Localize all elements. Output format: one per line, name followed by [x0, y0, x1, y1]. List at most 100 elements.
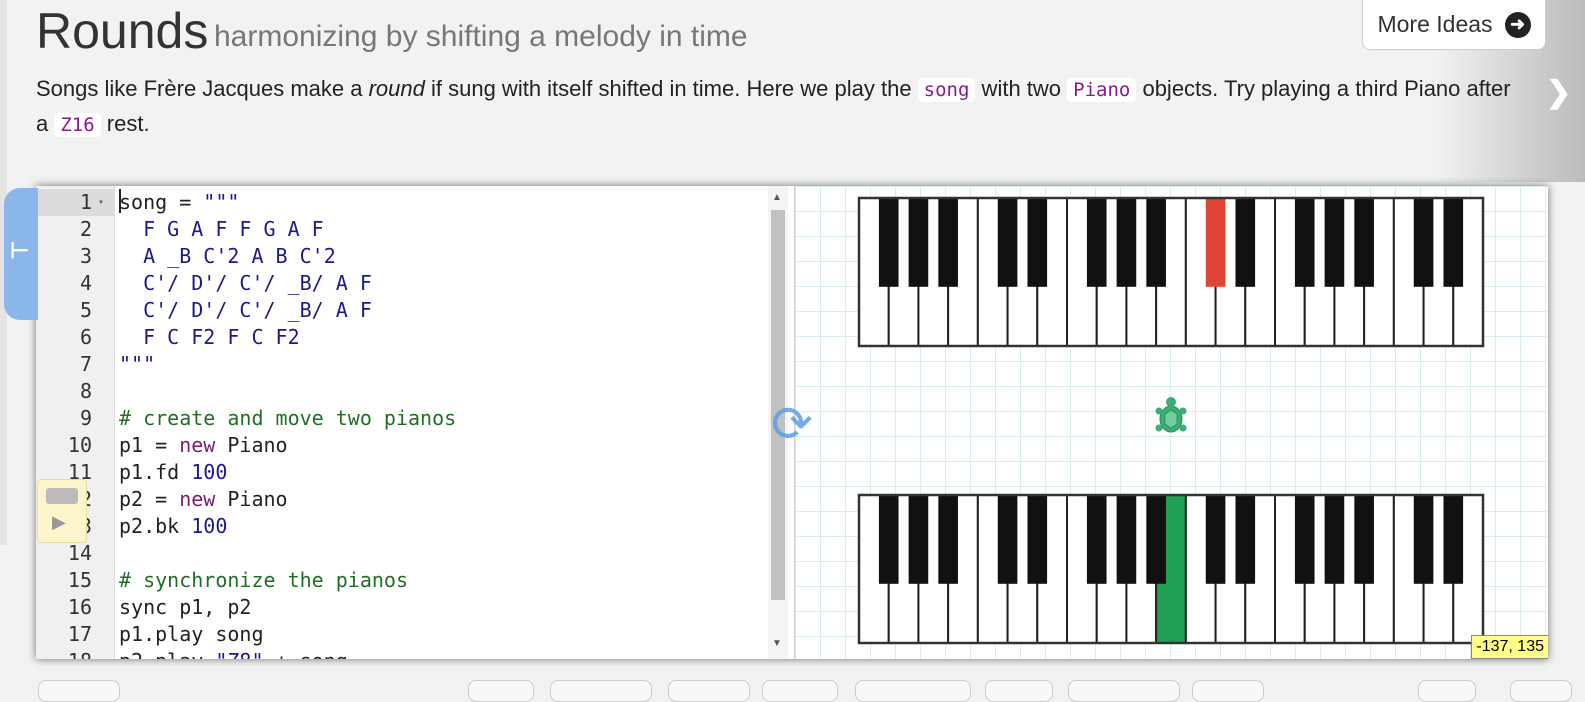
toolbar-button[interactable]: [1068, 680, 1180, 702]
toolbar-button[interactable]: [855, 680, 971, 702]
black-key: [1443, 198, 1464, 287]
black-key: [1205, 495, 1226, 584]
line-number: 15: [67, 568, 92, 592]
black-key: [878, 495, 899, 584]
line-number: 4: [79, 271, 92, 295]
chevron-right-icon[interactable]: ❯: [1546, 75, 1576, 109]
toolbar-button[interactable]: [468, 680, 534, 702]
black-key: [1146, 198, 1166, 287]
black-key: [1027, 495, 1048, 584]
black-key: [908, 495, 929, 584]
intro-part-5: rest.: [100, 111, 150, 136]
intro-text: Songs like Frère Jacques make a round if…: [36, 72, 1526, 142]
intro-emphasis: round: [368, 76, 425, 101]
line-code: C'/ D'/ C'/ _B/ A F: [119, 271, 372, 295]
toolbar-button[interactable]: [38, 680, 120, 702]
line-number: 2: [79, 217, 92, 241]
code-editor[interactable]: 1 ▾ song = """ 2 F G A F F G A F 3 A _B C'2 …: [36, 186, 788, 659]
arrow-right-icon: ➜: [1504, 11, 1531, 38]
scroll-up-icon[interactable]: ▲: [772, 192, 782, 203]
line-code: F G A F F G A F: [119, 217, 324, 241]
line-code: F C F2 F C F2: [119, 325, 300, 349]
toolbar-button[interactable]: [985, 680, 1053, 702]
more-ideas-label: More Ideas: [1377, 11, 1493, 37]
line-code: p2.play "Z8" + song: [119, 648, 348, 659]
toolbar-button[interactable]: [762, 680, 838, 702]
play-icon[interactable]: ▶: [52, 512, 66, 533]
toolbar-button[interactable]: [1510, 680, 1572, 702]
line-code: A _B C'2 A B C'2: [119, 244, 336, 268]
black-key: [1086, 495, 1107, 584]
line-number: 10: [67, 433, 92, 457]
bottom-toolbar: [0, 676, 1585, 702]
black-key: [997, 198, 1018, 287]
line-number: 3: [79, 244, 92, 268]
line-code: C'/ D'/ C'/ _B/ A F: [119, 298, 372, 322]
line-number: 16: [67, 595, 92, 619]
code-z16: Z16: [54, 113, 101, 137]
line-code: """: [119, 352, 156, 376]
line-code: song = """: [119, 190, 240, 214]
code-song: song: [917, 78, 976, 102]
comment-icon: [46, 488, 78, 504]
blocks-icon: ⊢: [10, 238, 30, 263]
intro-part-1: Songs like Frère Jacques make a: [36, 76, 369, 101]
black-key: [1324, 495, 1345, 584]
line-number: 18: [36, 648, 92, 659]
black-key: [1354, 495, 1374, 584]
text-cursor: [119, 189, 121, 213]
toolbar-button[interactable]: [550, 680, 652, 702]
toolbar-button[interactable]: [668, 680, 750, 702]
turtle-canvas[interactable]: -137, 135: [794, 186, 1548, 659]
black-key: [1086, 198, 1107, 287]
line-number: 17: [67, 622, 92, 646]
turtle-icon[interactable]: [1155, 397, 1187, 433]
line-number: 1: [79, 190, 92, 214]
line-code: p1.play song: [119, 622, 264, 646]
line-number: 7: [79, 352, 92, 376]
line-number: 8: [79, 379, 92, 403]
black-key: [997, 495, 1018, 584]
page-subtitle: harmonizing by shifting a melody in time: [214, 20, 748, 53]
line-code: p1.fd 100: [119, 460, 228, 484]
coordinate-readout: -137, 135: [1471, 635, 1548, 659]
blocks-toggle-tab[interactable]: ⊢: [4, 188, 38, 320]
black-key: [1354, 198, 1374, 287]
line-code: p2.bk 100: [119, 514, 228, 538]
line-number: 5: [79, 298, 92, 322]
code-piano: Piano: [1067, 78, 1137, 102]
black-key: [1413, 495, 1434, 584]
line-code: p2 = new Piano: [119, 487, 288, 511]
line-code: # create and move two pianos: [119, 406, 457, 430]
black-key: [1413, 198, 1434, 287]
black-key: [1116, 495, 1137, 584]
black-key: [1324, 198, 1345, 287]
line-code: # synchronize the pianos: [119, 568, 408, 592]
line-number: 6: [79, 325, 92, 349]
black-key: [1027, 198, 1048, 287]
black-key: [1146, 495, 1166, 584]
black-key: [1116, 198, 1137, 287]
toolbar-button[interactable]: [1192, 680, 1264, 702]
more-ideas-button[interactable]: More Ideas ➜: [1362, 0, 1546, 50]
black-key: [1235, 495, 1256, 584]
line-code: p1 = new Piano: [119, 433, 288, 457]
black-key: [938, 495, 958, 584]
intro-part-2: if sung with itself shifted in time. Her…: [424, 76, 918, 101]
fold-arrow-icon[interactable]: ▾: [98, 189, 104, 216]
refresh-icon[interactable]: ⟳: [766, 398, 818, 450]
black-key: [1294, 198, 1315, 287]
black-key: [1205, 198, 1226, 287]
toolbar-button[interactable]: [1418, 680, 1476, 702]
page-title: Rounds: [36, 3, 209, 59]
line-code: sync p1, p2: [119, 595, 252, 619]
black-key: [1443, 495, 1464, 584]
line-number: 14: [67, 541, 92, 565]
black-key: [938, 198, 958, 287]
line-number: 9: [79, 406, 92, 430]
black-key: [1294, 495, 1315, 584]
canvas-drawing: [857, 196, 1485, 645]
note-widget[interactable]: ▶: [37, 479, 87, 543]
scroll-down-icon[interactable]: ▼: [772, 638, 782, 649]
intro-part-3: with two: [975, 76, 1068, 101]
